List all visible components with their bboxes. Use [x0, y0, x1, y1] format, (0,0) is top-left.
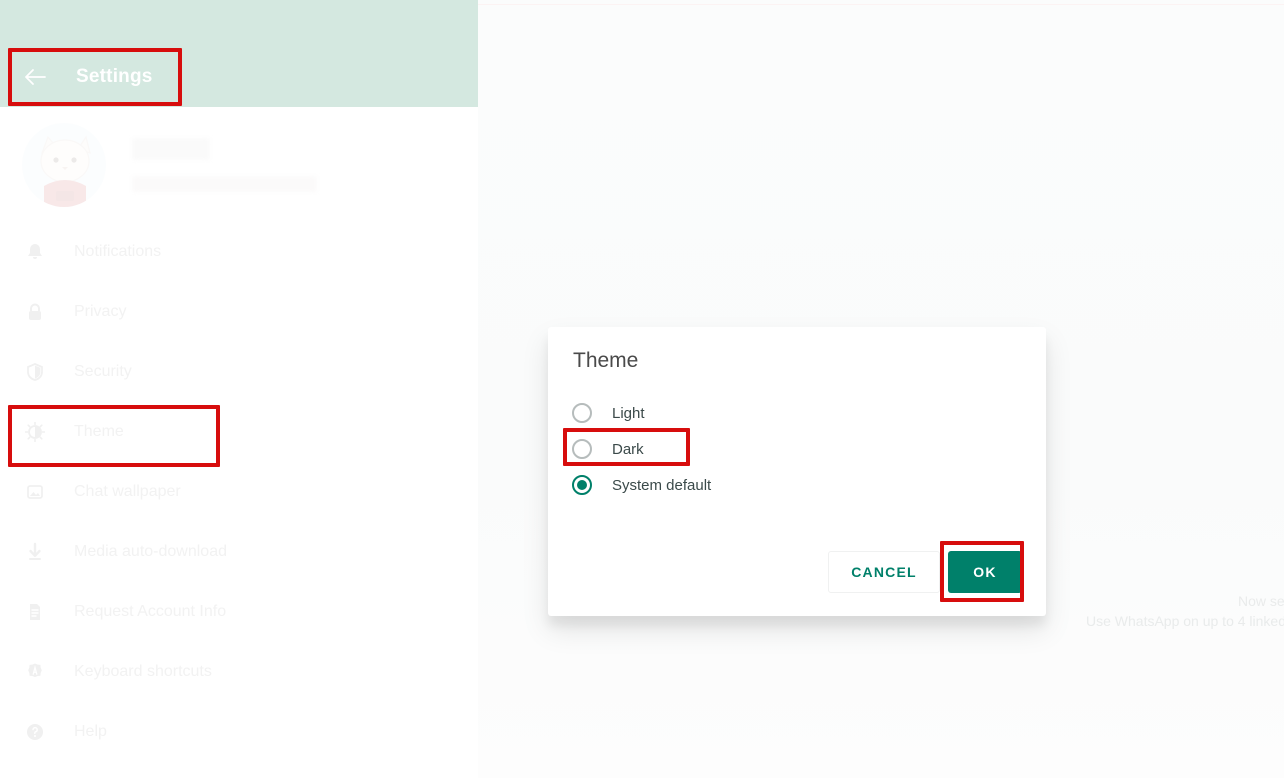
- whatsapp-settings-screen: WhatsApp Web Now send and receive messag…: [0, 0, 1284, 778]
- sidebar-item-privacy[interactable]: Privacy: [0, 282, 478, 342]
- sidebar-item-label: Request Account Info: [74, 603, 227, 620]
- sidebar-item-label: Keyboard shortcuts: [74, 663, 212, 680]
- radio-circle-selected-icon[interactable]: [572, 475, 592, 495]
- shield-icon: [22, 359, 48, 385]
- radio-option-label: Light: [612, 404, 645, 422]
- settings-sidebar: Settings Notifications Privacy Security …: [0, 0, 478, 778]
- page-title: Settings: [76, 66, 153, 87]
- cat-avatar-image[interactable]: [22, 122, 106, 207]
- lock-icon: [22, 299, 48, 325]
- sidebar-item-label: Help: [74, 723, 107, 740]
- sidebar-item-security[interactable]: Security: [0, 342, 478, 402]
- background-subtitle-line-1: Now send and receive messages without ke…: [1238, 593, 1284, 609]
- radio-option-dark[interactable]: Dark: [572, 431, 1012, 467]
- sidebar-item-keyboard-shortcuts[interactable]: Keyboard shortcuts: [0, 642, 478, 702]
- radio-option-label: Dark: [612, 440, 644, 458]
- document-icon: [22, 599, 48, 625]
- bell-icon: [22, 239, 48, 265]
- sidebar-item-media-auto-download[interactable]: Media auto-download: [0, 522, 478, 582]
- theme-radio-group: Light Dark System default: [572, 395, 1012, 503]
- settings-header: Settings: [0, 0, 478, 107]
- profile-status-redacted: [132, 175, 317, 192]
- sidebar-item-label: Security: [74, 363, 132, 380]
- sidebar-item-label: Privacy: [74, 303, 127, 320]
- sidebar-item-chat-wallpaper[interactable]: Chat wallpaper: [0, 462, 478, 522]
- question-circle-icon: [22, 719, 48, 745]
- radio-circle-icon[interactable]: [572, 403, 592, 423]
- keyboard-badge-icon: [22, 659, 48, 685]
- dialog-title: Theme: [573, 349, 639, 372]
- sidebar-item-help[interactable]: Help: [0, 702, 478, 762]
- pane-top-divider: [478, 4, 1284, 5]
- sidebar-item-theme[interactable]: Theme: [0, 402, 478, 462]
- sidebar-item-label: Notifications: [74, 243, 162, 260]
- sidebar-item-notifications[interactable]: Notifications: [0, 222, 478, 282]
- image-icon: [22, 479, 48, 505]
- sidebar-item-label: Chat wallpaper: [74, 483, 181, 500]
- radio-option-light[interactable]: Light: [572, 395, 1012, 431]
- theme-dialog: Theme Light Dark System default CANCEL O…: [548, 327, 1046, 616]
- sidebar-item-label: Theme: [74, 423, 124, 440]
- profile-text: [132, 137, 317, 192]
- profile-name-redacted: [132, 137, 210, 160]
- settings-menu: Notifications Privacy Security Theme Cha…: [0, 222, 478, 762]
- profile-block[interactable]: [0, 107, 478, 222]
- download-arrow-icon: [22, 539, 48, 565]
- contrast-icon: [22, 419, 48, 445]
- ok-button[interactable]: OK: [948, 551, 1022, 593]
- sidebar-item-request-account-info[interactable]: Request Account Info: [0, 582, 478, 642]
- dialog-actions: CANCEL OK: [828, 551, 1022, 593]
- cancel-button[interactable]: CANCEL: [828, 551, 940, 593]
- sidebar-item-label: Media auto-download: [74, 543, 227, 560]
- radio-option-label: System default: [612, 476, 712, 494]
- background-subtitle-line-2: Use WhatsApp on up to 4 linked devices a…: [1086, 613, 1284, 629]
- radio-option-system-default[interactable]: System default: [572, 467, 1012, 503]
- radio-circle-icon[interactable]: [572, 439, 592, 459]
- back-arrow-icon[interactable]: [22, 64, 48, 90]
